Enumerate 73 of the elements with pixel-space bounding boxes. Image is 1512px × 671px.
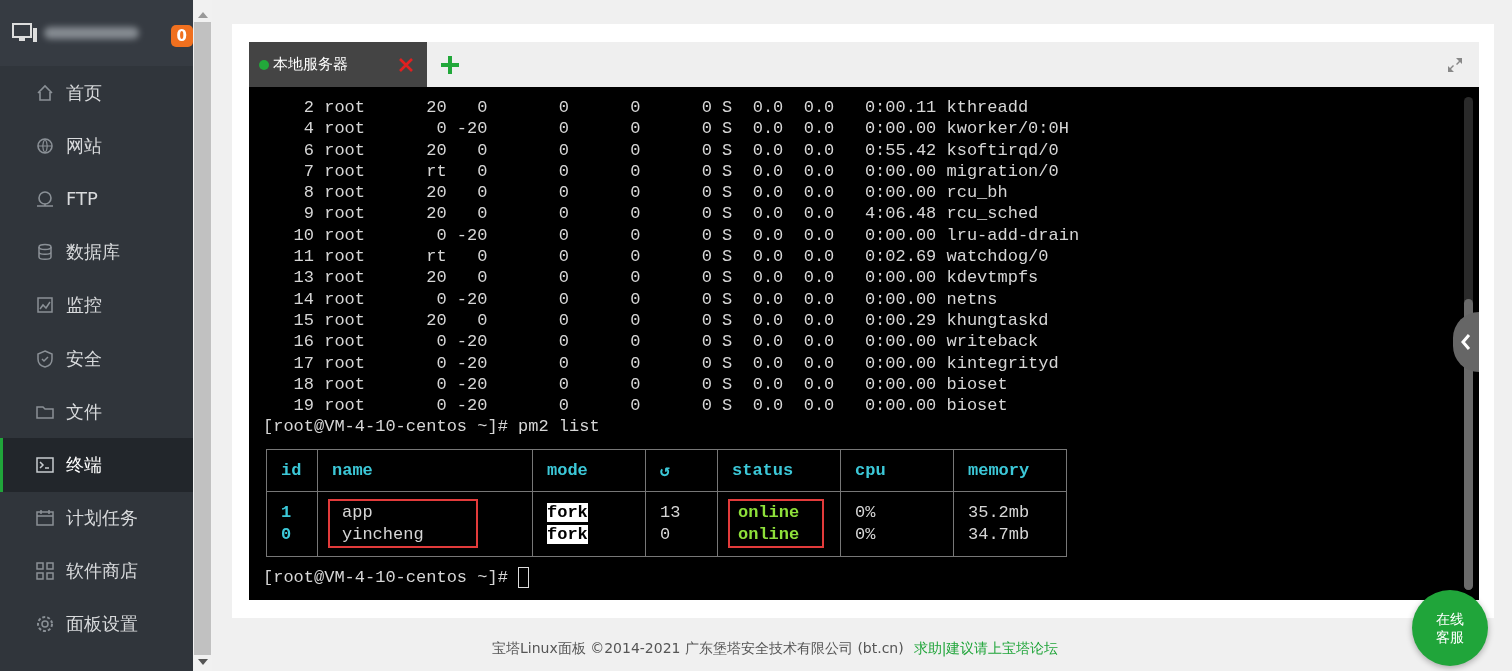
table-cell: app [342, 503, 373, 523]
terminal-line: 13 root 20 0 0 0 0 S 0.0 0.0 0:00.00 kdevtmpfs [292, 267, 1040, 289]
table-cell: online [738, 503, 800, 523]
table-cell: 0 [660, 524, 671, 544]
terminal-line: 16 root 0 -20 0 0 0 S 0.0 0.0 0:00.00 writeback [292, 331, 1040, 353]
sidebar-item[interactable]: 计划任务 [0, 491, 193, 545]
column-header: id [267, 449, 318, 492]
sidebar-item[interactable]: 安全 [0, 331, 193, 386]
ftp-icon [36, 189, 54, 208]
table-cell: 1 [281, 503, 292, 523]
cursor [517, 566, 529, 588]
home-icon [36, 83, 54, 102]
sidebar-item[interactable]: FTP [0, 172, 193, 226]
sidebar-item[interactable]: 终端 [0, 438, 193, 492]
terminal-line: 2 root 20 0 0 0 0 S 0.0 0.0 0:00.11 kthreadd [302, 97, 1030, 119]
close-icon[interactable] [399, 57, 413, 72]
column-header: mode [533, 449, 646, 492]
globe-icon [36, 136, 54, 155]
table-cell: 0 [281, 524, 292, 544]
table-cell: 0% [855, 503, 876, 523]
shield-icon [36, 349, 54, 368]
table-cell: online [738, 524, 800, 544]
chevron-left-icon [1461, 334, 1471, 350]
column-header: status [718, 449, 841, 492]
add-tab-icon[interactable] [441, 55, 459, 74]
table-cell: fork [547, 503, 588, 523]
terminal-line: 17 root 0 -20 0 0 0 S 0.0 0.0 0:00.00 kintegrityd [292, 352, 1060, 374]
terminal-line: 8 root 20 0 0 0 0 S 0.0 0.0 0:00.00 rcu_bh [302, 182, 1009, 204]
table-cell: 35.2mb [968, 503, 1030, 523]
terminal-line: 9 root 20 0 0 0 0 S 0.0 0.0 4:06.48 rcu_sched [302, 203, 1040, 225]
terminal-line: 7 root rt 0 0 0 0 S 0.0 0.0 0:00.00 migration/0 [302, 160, 1060, 183]
terminal-line: 14 root 0 -20 0 0 0 S 0.0 0.0 0:00.00 netns [292, 288, 999, 310]
sidebar-item[interactable]: 监控 [0, 278, 193, 332]
database-icon [36, 243, 54, 262]
table-cell: fork [547, 524, 588, 544]
terminal-line: 4 root 0 -20 0 0 0 S 0.0 0.0 0:00.00 kworker/0:0H [302, 118, 1070, 140]
table-cell: yincheng [342, 524, 424, 544]
terminal-prompt: [root@VM-4-10-centos ~]# [263, 567, 508, 587]
calendar-icon [36, 509, 54, 528]
scroll-down-icon[interactable] [197, 659, 208, 665]
tab-label: 本地服务器 [273, 55, 349, 74]
terminal-line: [root@VM-4-10-centos ~]# pm2 list [263, 416, 601, 438]
grid-icon [36, 562, 54, 581]
computer-icon [12, 23, 38, 43]
terminal-line: 18 root 0 -20 0 0 0 S 0.0 0.0 0:00.00 bioset [292, 373, 1009, 396]
column-header: ↺ [646, 449, 718, 492]
scrollbar[interactable] [193, 0, 212, 671]
table-cell: 34.7mb [968, 524, 1030, 544]
gear-icon [36, 615, 54, 634]
terminal-line: 15 root 20 0 0 0 0 S 0.0 0.0 0:00.29 khungtaskd [292, 309, 1050, 332]
terminal[interactable] [249, 87, 1479, 600]
terminal-line: 6 root 20 0 0 0 0 S 0.0 0.0 0:55.42 ksoftirqd/0 [302, 139, 1060, 161]
sidebar-item[interactable]: 文件 [0, 385, 193, 439]
sidebar-item[interactable]: 首页 [0, 66, 193, 120]
chart-icon [36, 296, 54, 315]
scroll-up-icon[interactable] [197, 12, 208, 18]
terminal-line: 19 root 0 -20 0 0 0 S 0.0 0.0 0:00.00 bioset [292, 395, 1009, 417]
terminal-line: 10 root 0 -20 0 0 0 S 0.0 0.0 0:00.00 lru-add-drain [292, 224, 1081, 247]
terminal-scrollbar[interactable] [1464, 97, 1473, 590]
column-header: cpu [841, 449, 954, 492]
table-cell: 0% [855, 524, 876, 544]
sidebar-item[interactable]: 软件商店 [0, 544, 193, 598]
column-header: name [318, 449, 533, 492]
scrollbar-thumb[interactable] [194, 22, 211, 655]
sidebar-item[interactable]: 面板设置 [0, 597, 193, 652]
terminal-line: 11 root rt 0 0 0 0 S 0.0 0.0 0:02.69 watchdog/0 [292, 246, 1050, 268]
terminal-tab[interactable]: 本地服务器 [249, 42, 427, 87]
sidebar-item[interactable]: 网站 [0, 119, 193, 173]
copyright-text: 宝塔Linux面板 ©2014-2021 广东堡塔安全技术有限公司 (bt.cn) [492, 639, 904, 658]
sidebar-item[interactable]: 数据库 [0, 225, 193, 279]
table-cell: 13 [660, 503, 681, 523]
column-header: memory [954, 449, 1067, 492]
terminal-icon [36, 455, 54, 474]
